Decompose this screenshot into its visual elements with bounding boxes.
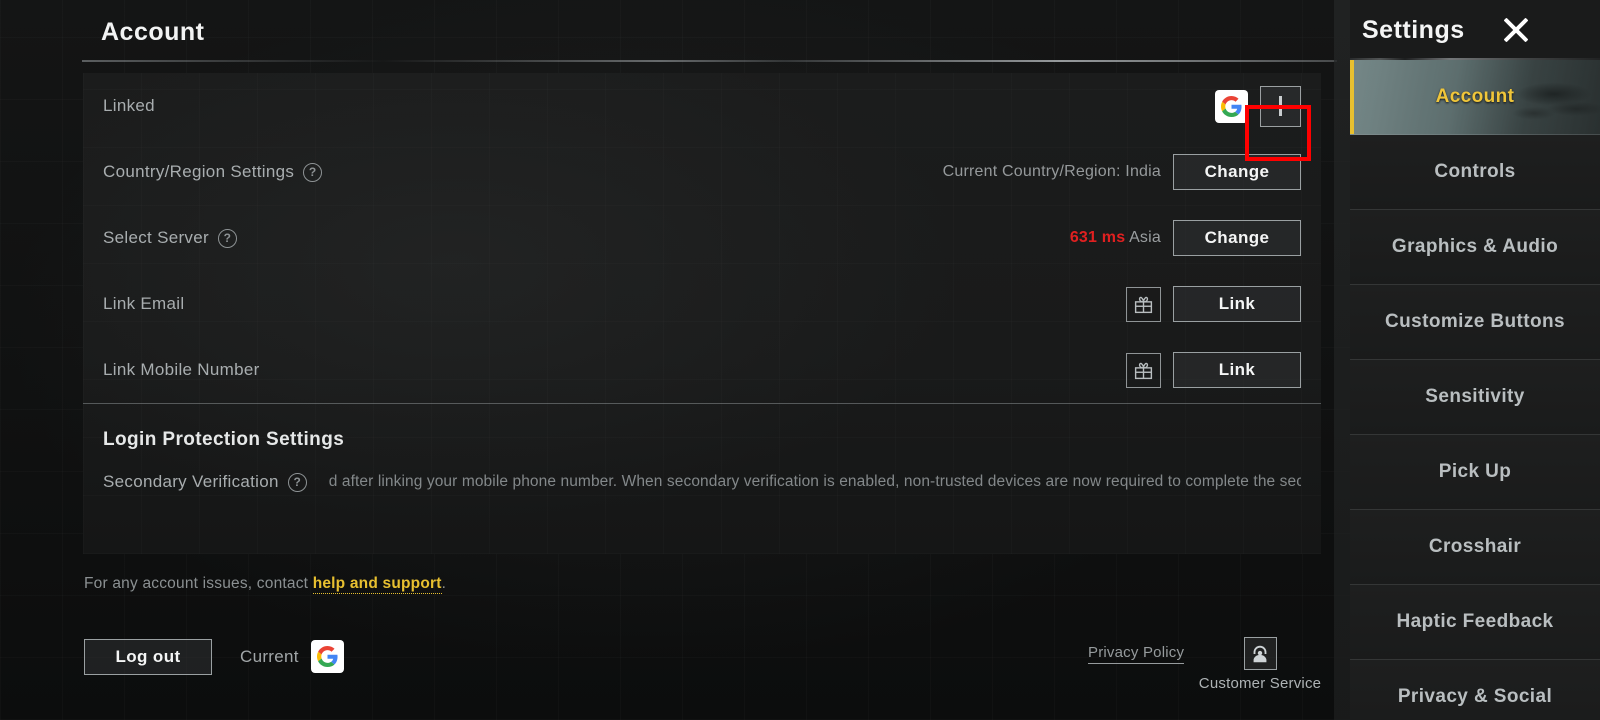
sidebar-item-account[interactable]: Account <box>1350 60 1600 135</box>
ping-value: 631 ms <box>1069 229 1126 246</box>
server-label-text: Select Server <box>103 228 209 247</box>
customer-service-label: Customer Service <box>1198 675 1322 692</box>
logout-button[interactable]: Log out <box>84 639 212 675</box>
row-country-controls: Current Country/Region: India Change <box>943 154 1301 190</box>
current-account-group: Current <box>240 640 344 673</box>
row-server-controls: 631 ms Asia Change <box>1070 220 1301 256</box>
settings-sidebar: Settings Account Controls Graphics & Aud… <box>1334 0 1600 720</box>
sidebar-item-label: Sensitivity <box>1425 386 1525 407</box>
account-settings-panel: Linked Country/Region Settings ? Current… <box>83 73 1321 554</box>
server-region: Asia <box>1129 229 1161 246</box>
sidebar-item-label: Crosshair <box>1428 536 1522 557</box>
sidebar-item-sensitivity[interactable]: Sensitivity <box>1350 360 1600 435</box>
row-mobile-label: Link Mobile Number <box>103 360 260 380</box>
row-country-label: Country/Region Settings ? <box>103 162 323 182</box>
sidebar-item-label: Privacy & Social <box>1397 686 1553 707</box>
sidebar-item-crosshair[interactable]: Crosshair <box>1350 510 1600 585</box>
secondary-verification-description: d after linking your mobile phone number… <box>328 473 1301 490</box>
sidebar-item-label: Haptic Feedback <box>1396 611 1554 632</box>
secondary-verification-label: Secondary Verification ? <box>103 472 307 492</box>
help-and-support-link[interactable]: help and support <box>312 575 442 594</box>
sidebar-item-privacy-social[interactable]: Privacy & Social <box>1350 660 1600 720</box>
change-country-button[interactable]: Change <box>1173 154 1301 190</box>
add-account-button[interactable] <box>1260 85 1301 127</box>
row-mobile-controls: Link <box>1126 352 1301 388</box>
row-linked-controls <box>1215 85 1301 127</box>
page-title: Account <box>101 18 205 46</box>
sidebar-item-controls[interactable]: Controls <box>1350 135 1600 210</box>
row-linked: Linked <box>83 73 1321 139</box>
gift-icon[interactable] <box>1126 286 1161 322</box>
login-protection-title: Login Protection Settings <box>103 429 345 450</box>
row-link-email: Link Email Link <box>83 271 1321 337</box>
question-mark-icon[interactable]: ? <box>303 162 323 182</box>
email-label-text: Link Email <box>103 294 185 313</box>
row-link-mobile: Link Mobile Number Link <box>83 337 1321 403</box>
sidebar-item-graphics-audio[interactable]: Graphics & Audio <box>1350 210 1600 285</box>
row-linked-label: Linked <box>103 96 155 116</box>
sidebar-item-label: Graphics & Audio <box>1391 236 1559 257</box>
sidebar-nav-list: Account Controls Graphics & Audio Custom… <box>1350 60 1600 720</box>
sidebar-item-label: Customize Buttons <box>1385 311 1565 332</box>
country-label-text: Country/Region Settings <box>103 162 295 181</box>
gift-icon[interactable] <box>1126 352 1161 388</box>
question-mark-icon[interactable]: ? <box>217 228 237 248</box>
sidebar-item-pick-up[interactable]: Pick Up <box>1350 435 1600 510</box>
sidebar-header: Settings <box>1350 0 1600 60</box>
google-icon[interactable] <box>310 640 344 673</box>
settings-rows: Linked Country/Region Settings ? Current… <box>83 73 1321 403</box>
row-email-label: Link Email <box>103 294 184 314</box>
mobile-label-text: Link Mobile Number <box>103 360 260 379</box>
change-server-button[interactable]: Change <box>1173 220 1301 256</box>
help-prefix-text: For any account issues, contact <box>84 575 313 592</box>
secondary-verification-label-text: Secondary Verification <box>103 472 279 491</box>
settings-screen: Account Linked Country/Region Settings ?… <box>0 0 1600 720</box>
link-email-button[interactable]: Link <box>1173 286 1301 322</box>
customer-service-button[interactable]: Customer Service <box>1196 637 1324 692</box>
linked-label-text: Linked <box>103 96 155 115</box>
row-secondary-verification: Secondary Verification ? d after linking… <box>83 451 1321 492</box>
row-server-label: Select Server ? <box>103 228 237 248</box>
server-status: 631 ms Asia <box>1070 229 1161 247</box>
close-icon[interactable] <box>1501 15 1531 45</box>
row-select-server: Select Server ? 631 ms Asia Change <box>83 205 1321 271</box>
row-email-controls: Link <box>1126 286 1301 322</box>
sidebar-item-customize-buttons[interactable]: Customize Buttons <box>1350 285 1600 360</box>
current-country-value: Current Country/Region: India <box>942 163 1161 180</box>
question-mark-icon[interactable]: ? <box>287 472 307 492</box>
link-mobile-button[interactable]: Link <box>1173 352 1301 388</box>
current-account-label: Current <box>240 646 299 666</box>
title-divider <box>82 60 1337 62</box>
sidebar-item-label: Account <box>1435 86 1515 107</box>
sidebar-item-label: Controls <box>1434 161 1516 182</box>
row-country-region: Country/Region Settings ? Current Countr… <box>83 139 1321 205</box>
headset-support-icon <box>1243 637 1277 670</box>
privacy-policy-link[interactable]: Privacy Policy <box>1088 644 1185 664</box>
help-suffix-text: . <box>441 575 447 592</box>
sidebar-item-label: Pick Up <box>1438 461 1512 482</box>
sidebar-item-haptic-feedback[interactable]: Haptic Feedback <box>1350 585 1600 660</box>
account-help-line: For any account issues, contact help and… <box>84 575 447 594</box>
sidebar-title: Settings <box>1362 15 1465 44</box>
sidebar-edge-strip <box>1334 0 1350 720</box>
google-icon[interactable] <box>1215 89 1248 123</box>
